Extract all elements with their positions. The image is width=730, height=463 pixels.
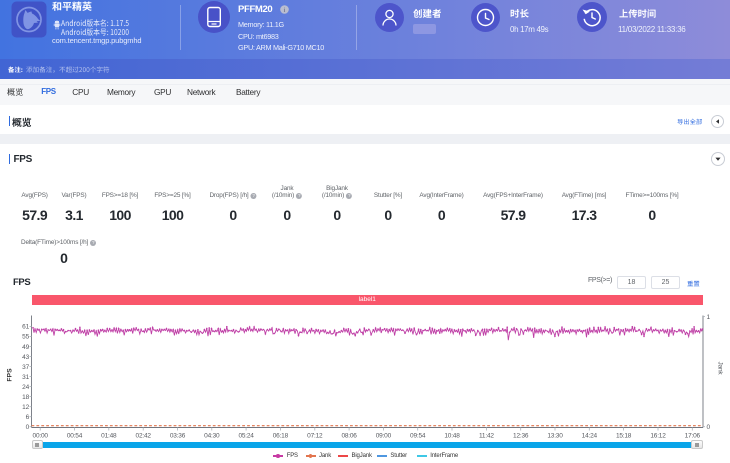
svg-text:05:24: 05:24	[238, 432, 254, 439]
svg-text:06:18: 06:18	[273, 432, 289, 439]
svg-text:0: 0	[707, 424, 711, 431]
svg-text:37: 37	[22, 364, 29, 371]
svg-text:12:36: 12:36	[513, 432, 529, 439]
svg-text:31: 31	[22, 374, 29, 381]
svg-text:61: 61	[22, 324, 29, 331]
svg-text:09:54: 09:54	[410, 432, 426, 439]
svg-text:07:12: 07:12	[307, 432, 323, 439]
svg-text:09:00: 09:00	[376, 432, 392, 439]
svg-text:13:30: 13:30	[547, 432, 563, 439]
svg-text:16:12: 16:12	[650, 432, 666, 439]
svg-text:11:42: 11:42	[479, 432, 494, 439]
svg-text:10:48: 10:48	[444, 432, 460, 439]
svg-text:00:54: 00:54	[67, 432, 83, 439]
svg-text:12: 12	[22, 404, 29, 411]
svg-text:03:36: 03:36	[170, 432, 186, 439]
svg-text:0: 0	[26, 424, 30, 431]
svg-text:FPS: FPS	[7, 368, 14, 382]
svg-text:24: 24	[22, 384, 29, 391]
svg-text:02:42: 02:42	[136, 432, 152, 439]
svg-text:14:24: 14:24	[582, 432, 598, 439]
svg-text:17:06: 17:06	[685, 432, 701, 439]
svg-text:15:18: 15:18	[616, 432, 632, 439]
svg-text:49: 49	[22, 344, 29, 351]
svg-text:55: 55	[22, 334, 29, 341]
svg-text:18: 18	[22, 394, 29, 401]
svg-text:00:00: 00:00	[33, 432, 49, 439]
svg-text:43: 43	[22, 354, 29, 361]
svg-text:01:48: 01:48	[101, 432, 117, 439]
svg-text:04:30: 04:30	[204, 432, 220, 439]
svg-text:Jank: Jank	[717, 362, 724, 376]
svg-text:08:06: 08:06	[341, 432, 357, 439]
svg-text:1: 1	[707, 314, 711, 321]
svg-text:6: 6	[26, 414, 30, 421]
